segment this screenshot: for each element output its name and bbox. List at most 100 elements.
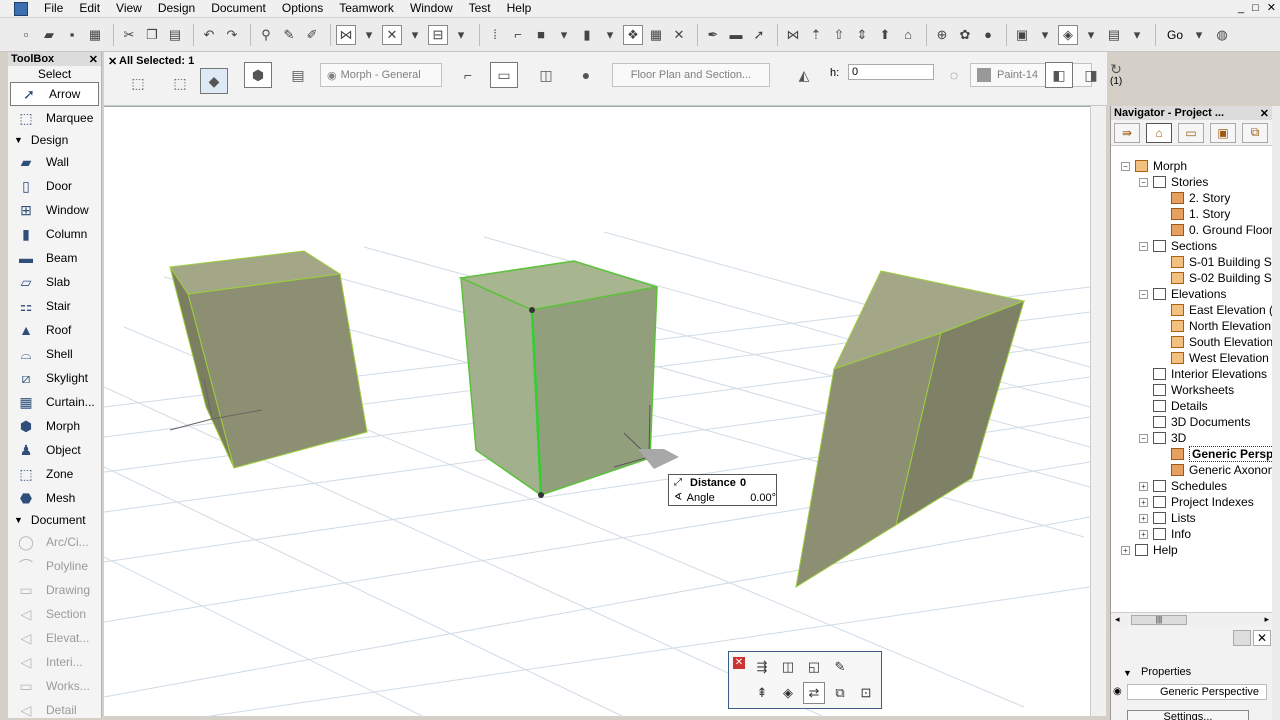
tool-door[interactable]: ▯ Door [8,174,101,198]
tree-item[interactable]: Generic Persp [1157,446,1273,462]
find-select-icon[interactable]: ⚲ [256,25,276,45]
stretch-icon[interactable]: ⇕ [852,25,872,45]
delete-icon[interactable]: ✕ [669,25,689,45]
eraser-icon[interactable]: ▬ [726,25,746,45]
settings-button[interactable]: Settings... [1127,710,1249,720]
maximize-button[interactable]: □ [1252,0,1259,16]
publisher-icon[interactable]: ⧉ [1242,122,1268,143]
layer-icon[interactable]: ▤ [284,62,312,88]
elevation-icon[interactable]: ◭ [790,62,818,88]
elevate-icon[interactable]: ⇡ [806,25,826,45]
table-icon[interactable]: ▦ [646,25,666,45]
undo-icon[interactable]: ↶ [199,25,219,45]
snap-guides-icon[interactable]: ✕ [382,24,402,45]
project-map-icon[interactable]: ⌂ [1146,122,1172,143]
morph-box-left[interactable] [169,250,368,469]
suspend-groups-icon[interactable]: ⊟ [428,24,448,45]
gravity-icon[interactable]: ⋈ [336,24,356,45]
delete-view-icon[interactable]: ✕ [1253,630,1271,646]
save-icon[interactable]: ▪ [62,25,82,45]
cube-geometry-icon[interactable]: ◫ [532,62,560,88]
syringe-icon[interactable]: ✐ [302,25,322,45]
grid-snap-icon[interactable]: ⁞ [485,25,505,45]
menu-edit[interactable]: Edit [71,0,108,17]
tool-elevation[interactable]: ◁ Elevat... [8,626,101,650]
3d-view-icon[interactable]: ◧ [1045,62,1073,88]
morph-box-center[interactable] [458,260,658,498]
tool-arc[interactable]: ◯ Arc/Ci... [8,530,101,554]
tree-item[interactable]: − 3D [1139,430,1186,446]
close-button[interactable]: ✕ [1267,0,1276,16]
navigator-close-button[interactable]: ✕ [1260,107,1269,120]
palette-close-icon[interactable]: ✕ [733,657,745,669]
group-icon[interactable]: ■ [531,25,551,45]
menu-window[interactable]: Window [402,0,461,17]
tool-window[interactable]: ⊞ Window [8,198,101,222]
material-icon[interactable]: ◌ [940,62,968,88]
expand-toggle-icon[interactable]: + [1121,545,1130,555]
infobox-close-button[interactable]: ✕ [108,55,117,68]
paint-icon[interactable]: ✿ [955,25,975,45]
scroll-left-icon[interactable]: ◂ [1115,614,1120,625]
menu-teamwork[interactable]: Teamwork [331,0,402,17]
paste-icon[interactable]: ▤ [165,25,185,45]
tree-item[interactable]: Generic Axonom [1157,462,1273,478]
expand-toggle-icon[interactable]: − [1139,433,1148,443]
layout-icon[interactable]: ▤ [1104,25,1124,45]
select-handle-icon[interactable]: ⬚ [124,70,152,96]
eraser-mode-icon[interactable]: ◆ [200,68,228,94]
dropdown-arrow-icon[interactable]: ▾ [600,25,620,45]
tree-item[interactable]: Details [1139,398,1208,414]
tree-item[interactable]: 3D Documents [1139,414,1250,430]
tree-item[interactable]: Worksheets [1139,382,1234,398]
tool-detail[interactable]: ◁ Detail [8,698,101,720]
view-icon[interactable]: ▣ [1012,25,1032,45]
tool-beam[interactable]: ▬ Beam [8,246,101,270]
rotate-cube-icon[interactable]: ◈ [777,682,799,704]
cube-icon[interactable]: ◫ [777,656,799,678]
tree-item[interactable]: S-02 Building Sec [1157,270,1273,286]
print-icon[interactable]: ▦ [85,25,105,45]
dropdown-arrow-icon[interactable]: ▾ [405,25,425,45]
layout-book-icon[interactable]: ▣ [1210,122,1236,143]
tree-item[interactable]: South Elevation [1157,334,1273,350]
tree-item[interactable]: S-01 Building Sec [1157,254,1273,270]
3d-window-icon[interactable]: ◈ [1058,24,1078,45]
properties-collapse-icon[interactable]: ▼ [1123,668,1132,678]
tool-morph[interactable]: ⬢ Morph [8,414,101,438]
app-icon[interactable] [14,1,28,16]
dropdown-arrow-icon[interactable]: ▾ [1081,25,1101,45]
tool-polyline[interactable]: ⌒ Polyline [8,554,101,578]
tree-item[interactable]: + Project Indexes [1139,494,1254,510]
pen-icon[interactable]: ✒ [703,25,723,45]
tool-shell[interactable]: ⌓ Shell [8,342,101,366]
push-pull-icon[interactable]: ⇶ [751,656,773,678]
sphere-geometry-icon[interactable]: ● [572,62,600,88]
lock-icon[interactable]: ▮ [577,25,597,45]
tool-zone[interactable]: ⬚ Zone [8,462,101,486]
box-geometry-icon[interactable]: ▭ [490,62,518,88]
tool-section[interactable]: ◁ Section [8,602,101,626]
tree-item[interactable]: Interior Elevations [1139,366,1267,382]
multiply-icon[interactable]: ⧉ [829,682,851,704]
navigator-vertical-scrollbar[interactable] [1272,106,1280,720]
expand-toggle-icon[interactable]: + [1139,529,1148,539]
expand-toggle-icon[interactable]: − [1139,177,1148,187]
3d-viewport[interactable] [103,106,1091,718]
expand-toggle-icon[interactable]: − [1139,241,1148,251]
tool-curtain-wall[interactable]: ▦ Curtain... [8,390,101,414]
marquee-option-icon[interactable]: ⬚ [166,70,194,96]
tool-interior-elevation[interactable]: ◁ Interi... [8,650,101,674]
mirror-icon[interactable]: ⋈ [783,25,803,45]
tree-item[interactable]: − Sections [1139,238,1217,254]
new-view-icon[interactable] [1233,630,1251,646]
menu-help[interactable]: Help [499,0,540,17]
tool-worksheet[interactable]: ▭ Works... [8,674,101,698]
tree-item[interactable]: + Help [1121,542,1178,558]
home-icon[interactable]: ⌂ [898,25,918,45]
extrude-icon[interactable]: ⬆ [875,25,895,45]
align-icon[interactable]: ⌐ [508,25,528,45]
tree-item[interactable]: 2. Story [1157,190,1230,206]
edge-icon[interactable]: ⌐ [454,62,482,88]
morph-type-field[interactable]: ◉ Morph - General [320,63,442,87]
